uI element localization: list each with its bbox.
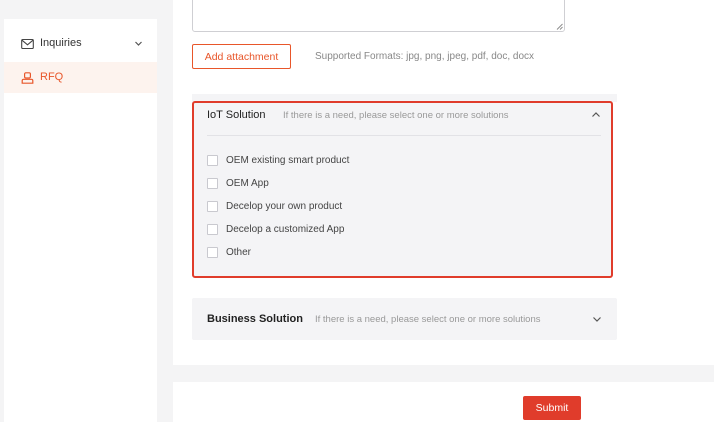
- option-label: Decelop your own product: [226, 201, 343, 212]
- option-label: Other: [226, 247, 252, 258]
- panel-hint: If there is a need, please select one or…: [283, 110, 509, 121]
- chevron-down-icon[interactable]: [134, 39, 143, 48]
- option-label: Decelop a customized App: [226, 224, 345, 235]
- sidebar-item-rfq[interactable]: RFQ: [4, 62, 157, 93]
- add-attachment-button[interactable]: Add attachment: [192, 44, 291, 69]
- mail-icon: [21, 38, 34, 50]
- chevron-up-icon[interactable]: [591, 110, 601, 120]
- business-solution-panel[interactable]: Business Solution If there is a need, pl…: [192, 298, 617, 340]
- panel-title: Business Solution: [207, 313, 303, 325]
- submit-button[interactable]: Submit: [523, 396, 581, 420]
- option-oem-app[interactable]: OEM App: [207, 178, 269, 189]
- option-label: OEM App: [226, 178, 269, 189]
- option-label: OEM existing smart product: [226, 155, 350, 166]
- form-footer: Submit: [173, 382, 714, 422]
- iot-solution-panel: IoT Solution If there is a need, please …: [192, 101, 613, 278]
- panel-title: IoT Solution: [207, 109, 266, 121]
- supported-formats-text: Supported Formats: jpg, png, jpeg, pdf, …: [315, 51, 535, 62]
- option-develop-own-product[interactable]: Decelop your own product: [207, 201, 342, 212]
- sidebar-item-inquiries[interactable]: Inquiries: [4, 28, 157, 59]
- option-develop-customized-app[interactable]: Decelop a customized App: [207, 224, 344, 235]
- checkbox[interactable]: [207, 201, 218, 212]
- sidebar-item-label: RFQ: [40, 71, 64, 83]
- description-textarea[interactable]: [192, 0, 565, 32]
- checkbox[interactable]: [207, 178, 218, 189]
- sidebar-item-label: Inquiries: [40, 37, 82, 49]
- resize-handle-icon[interactable]: [555, 22, 563, 30]
- sidebar: Inquiries RFQ: [4, 19, 157, 422]
- checkbox[interactable]: [207, 247, 218, 258]
- option-other[interactable]: Other: [207, 247, 251, 258]
- divider: [207, 135, 601, 136]
- option-oem-existing-smart-product[interactable]: OEM existing smart product: [207, 155, 349, 166]
- iot-solution-header[interactable]: IoT Solution If there is a need, please …: [194, 103, 611, 135]
- panel-hint: If there is a need, please select one or…: [315, 314, 541, 325]
- rfq-form: Add attachment Supported Formats: jpg, p…: [173, 0, 714, 365]
- checkbox[interactable]: [207, 155, 218, 166]
- checkbox[interactable]: [207, 224, 218, 235]
- chevron-down-icon[interactable]: [592, 314, 602, 324]
- user-icon: [21, 72, 34, 84]
